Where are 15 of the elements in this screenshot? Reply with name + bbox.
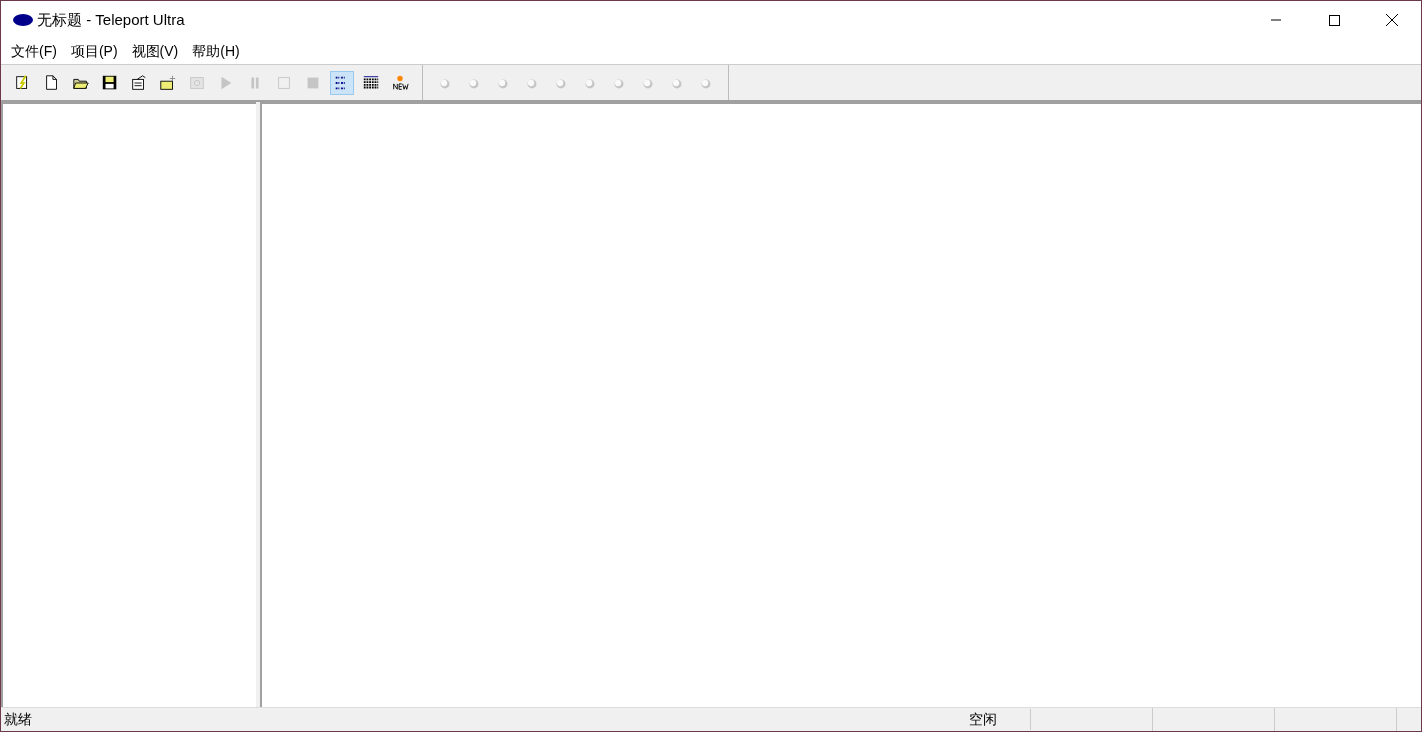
properties-icon: [130, 73, 148, 92]
folder-sparkle-icon: [159, 73, 177, 92]
new-star-icon: [391, 73, 409, 92]
close-icon: [1386, 14, 1398, 26]
menu-item[interactable]: 帮助(H): [185, 40, 247, 63]
menu-item[interactable]: 文件(F): [4, 40, 64, 63]
maximize-icon: [1328, 14, 1340, 26]
menu-item[interactable]: 视图(V): [124, 40, 186, 63]
status-text: 就绪: [3, 710, 33, 729]
save-icon: [101, 73, 119, 92]
window-title: 无标题 - Teleport Ultra: [37, 9, 185, 30]
app-logo-icon: [13, 14, 33, 26]
status-text: 空闲: [909, 709, 1031, 730]
menu-item[interactable]: 项目(P): [63, 40, 125, 63]
tree-view-button[interactable]: [330, 70, 354, 95]
